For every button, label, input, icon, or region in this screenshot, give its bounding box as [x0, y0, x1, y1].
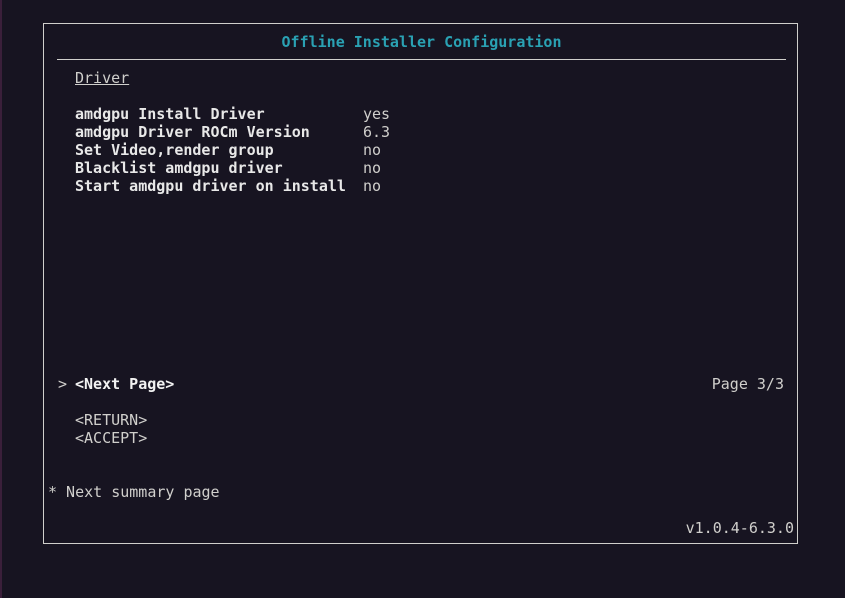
title-divider: [57, 59, 786, 60]
setting-rocm-version-label[interactable]: amdgpu Driver ROCm Version: [75, 123, 310, 141]
page-indicator: Page 3/3: [711, 375, 784, 393]
page-title: Offline Installer Configuration: [281, 33, 562, 51]
setting-video-render-group-value[interactable]: no: [363, 141, 381, 159]
setting-start-driver-label[interactable]: Start amdgpu driver on install: [75, 177, 346, 195]
terminal-edge: [0, 0, 2, 598]
setting-rocm-version-value[interactable]: 6.3: [363, 123, 390, 141]
section-heading-driver: Driver: [75, 69, 130, 87]
next-page-button[interactable]: <Next Page>: [75, 375, 174, 393]
selection-cursor-icon: >: [58, 375, 68, 393]
accept-button[interactable]: <ACCEPT>: [75, 429, 147, 447]
setting-video-render-group-label[interactable]: Set Video,render group: [75, 141, 274, 159]
help-text: * Next summary page: [48, 483, 220, 501]
installer-panel: Offline Installer Configuration Driver a…: [43, 23, 798, 544]
setting-install-driver-value[interactable]: yes: [363, 105, 390, 123]
return-button[interactable]: <RETURN>: [75, 411, 147, 429]
setting-install-driver-label[interactable]: amdgpu Install Driver: [75, 105, 265, 123]
setting-start-driver-value[interactable]: no: [363, 177, 381, 195]
version-label: v1.0.4-6.3.0: [685, 519, 794, 537]
setting-blacklist-driver-label[interactable]: Blacklist amdgpu driver: [75, 159, 283, 177]
setting-blacklist-driver-value[interactable]: no: [363, 159, 381, 177]
